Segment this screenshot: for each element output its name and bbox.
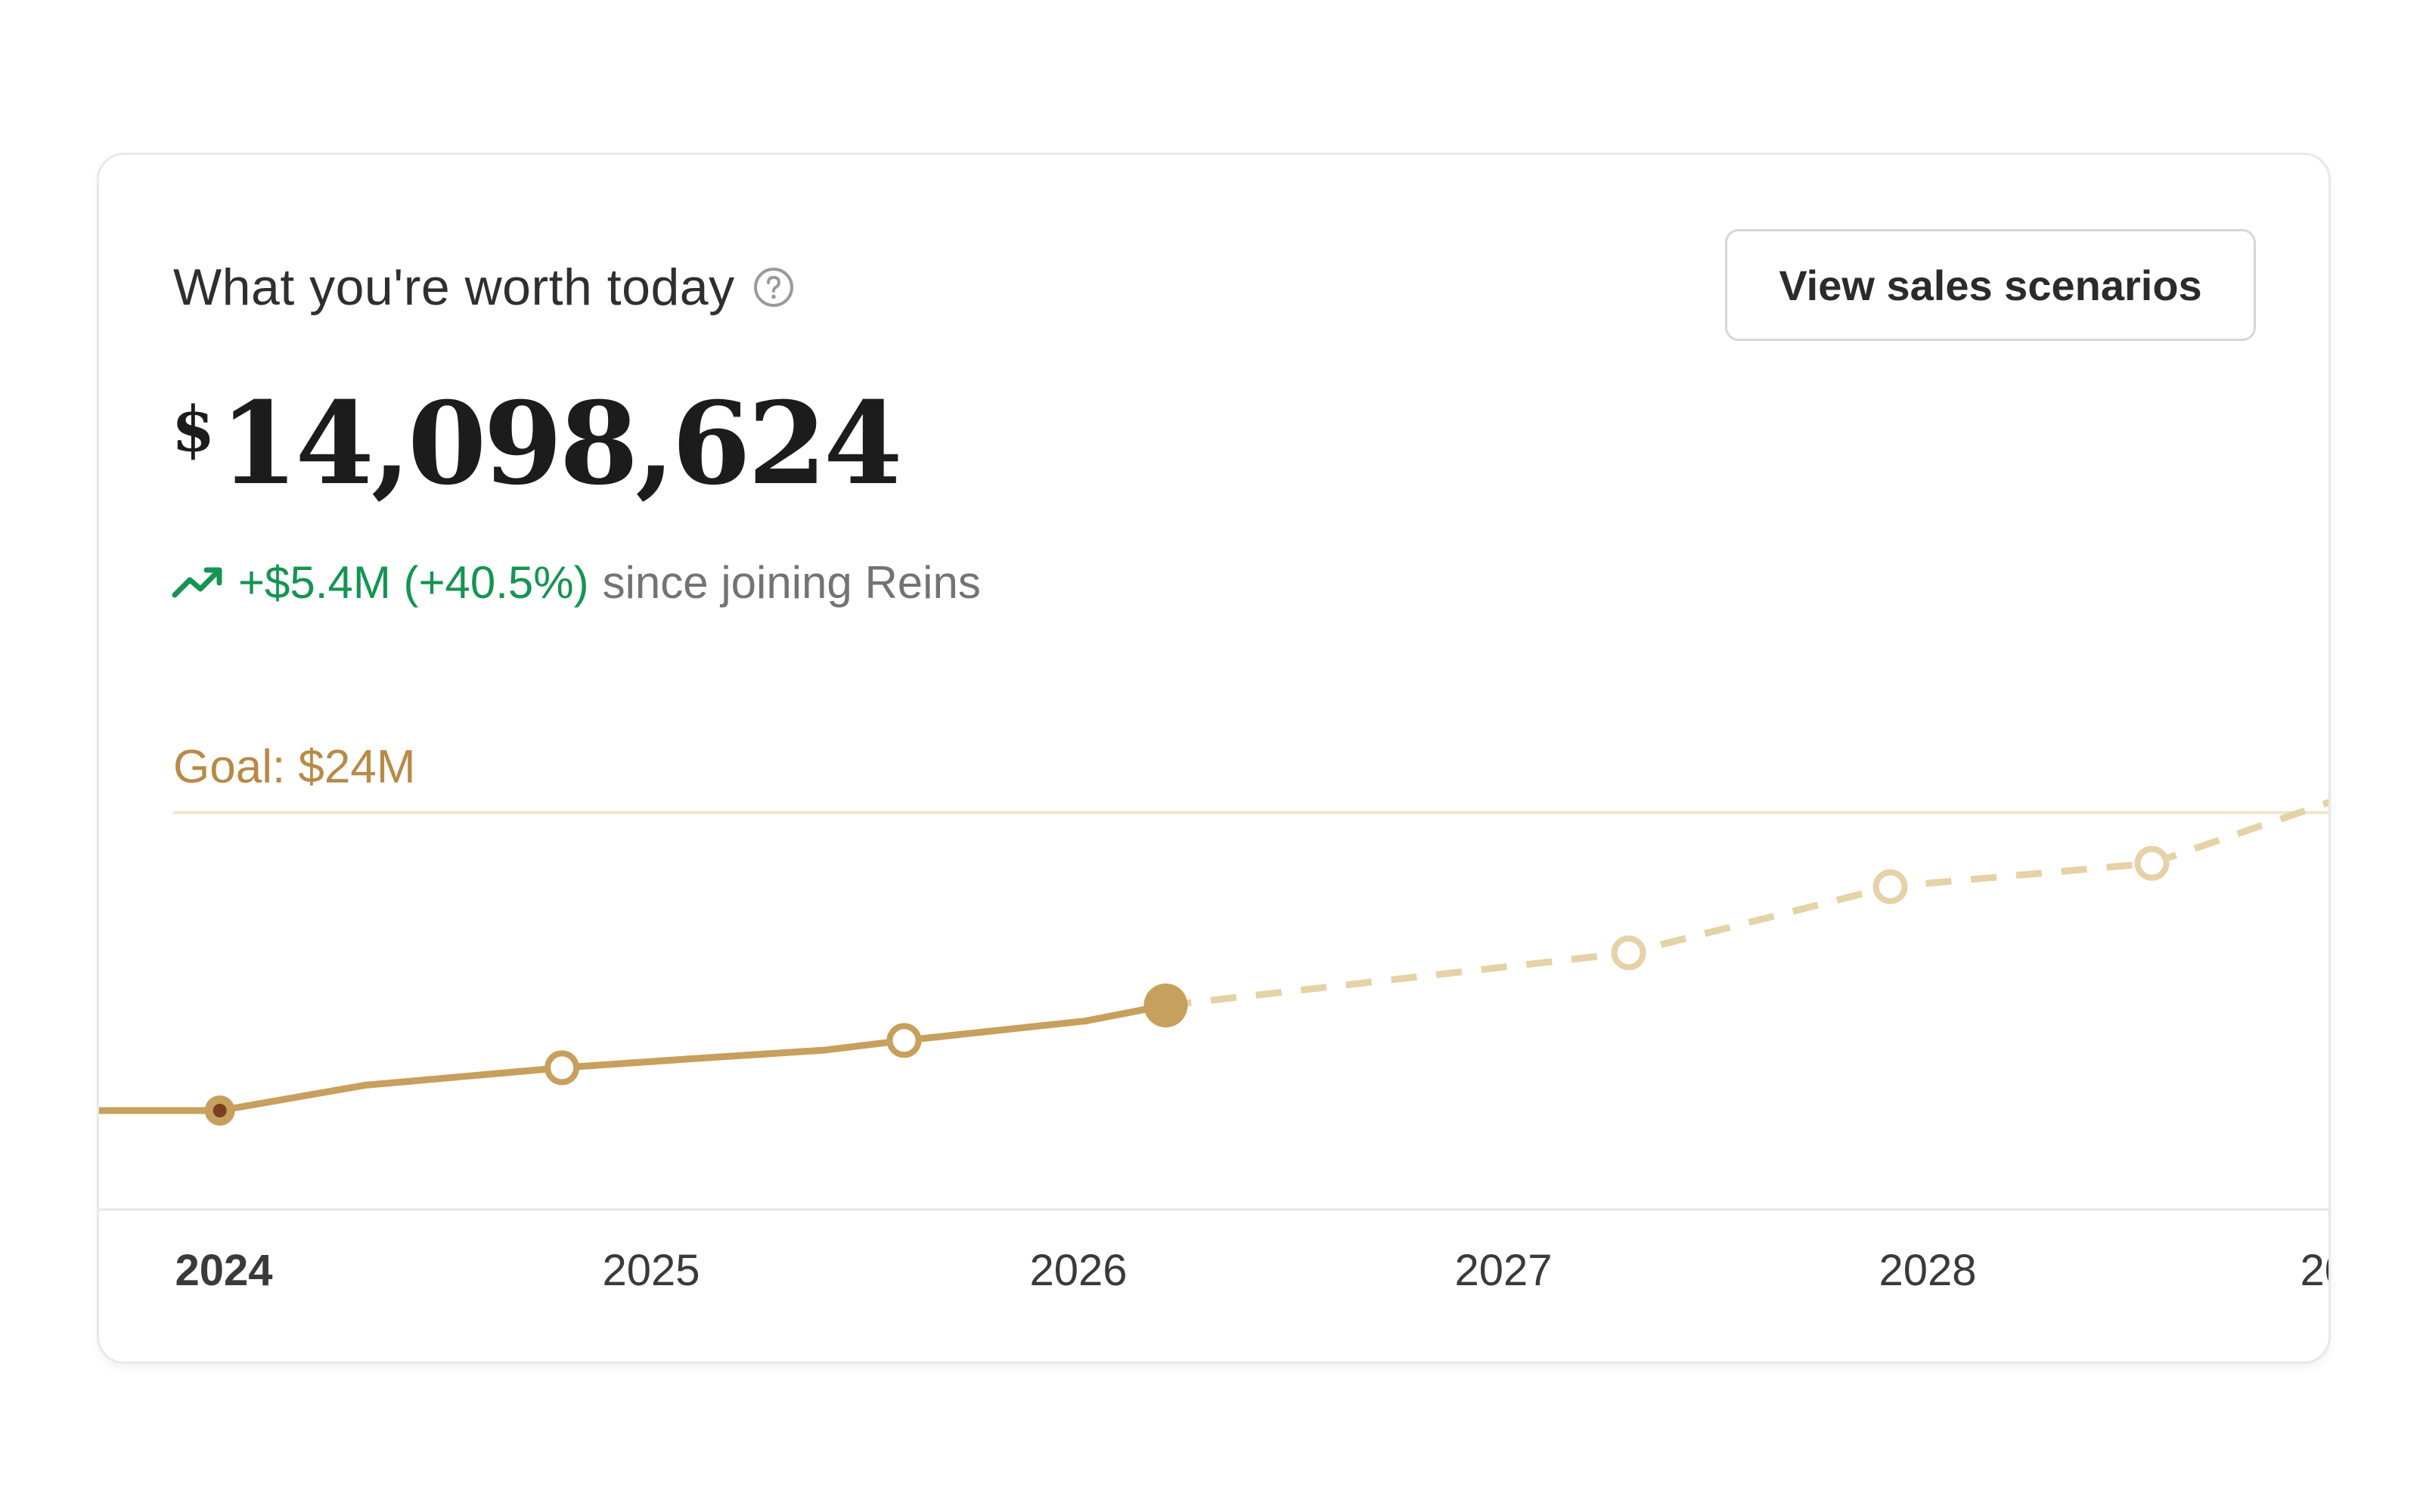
history-point-marker	[886, 1023, 922, 1058]
current-point-marker	[1143, 983, 1188, 1027]
start-point-center	[213, 1104, 227, 1117]
projection-line	[1165, 798, 2328, 1009]
x-tick-label-2026: 2026	[1029, 1246, 1127, 1295]
net-worth-card: What you're worth today View sales scena…	[97, 153, 2331, 1364]
x-tick-label-2024: 2024	[175, 1246, 272, 1295]
x-tick-label-2027: 2027	[1454, 1246, 1552, 1295]
x-tick-label-2028: 2028	[1879, 1246, 1976, 1295]
x-tick-label-2029: 2029	[2300, 1246, 2331, 1295]
projection-point-marker	[1611, 935, 1646, 971]
history-point-marker	[544, 1050, 580, 1086]
x-tick-label-2025: 2025	[602, 1246, 700, 1295]
goal-label: Goal: $24M	[173, 741, 416, 793]
projection-point-marker	[2134, 845, 2170, 881]
projection-point-marker	[1872, 869, 1908, 904]
net-worth-chart: Goal: $24M 2024 2025 2026 2027 2028 2029	[99, 741, 2331, 1295]
history-line	[99, 1002, 1169, 1114]
